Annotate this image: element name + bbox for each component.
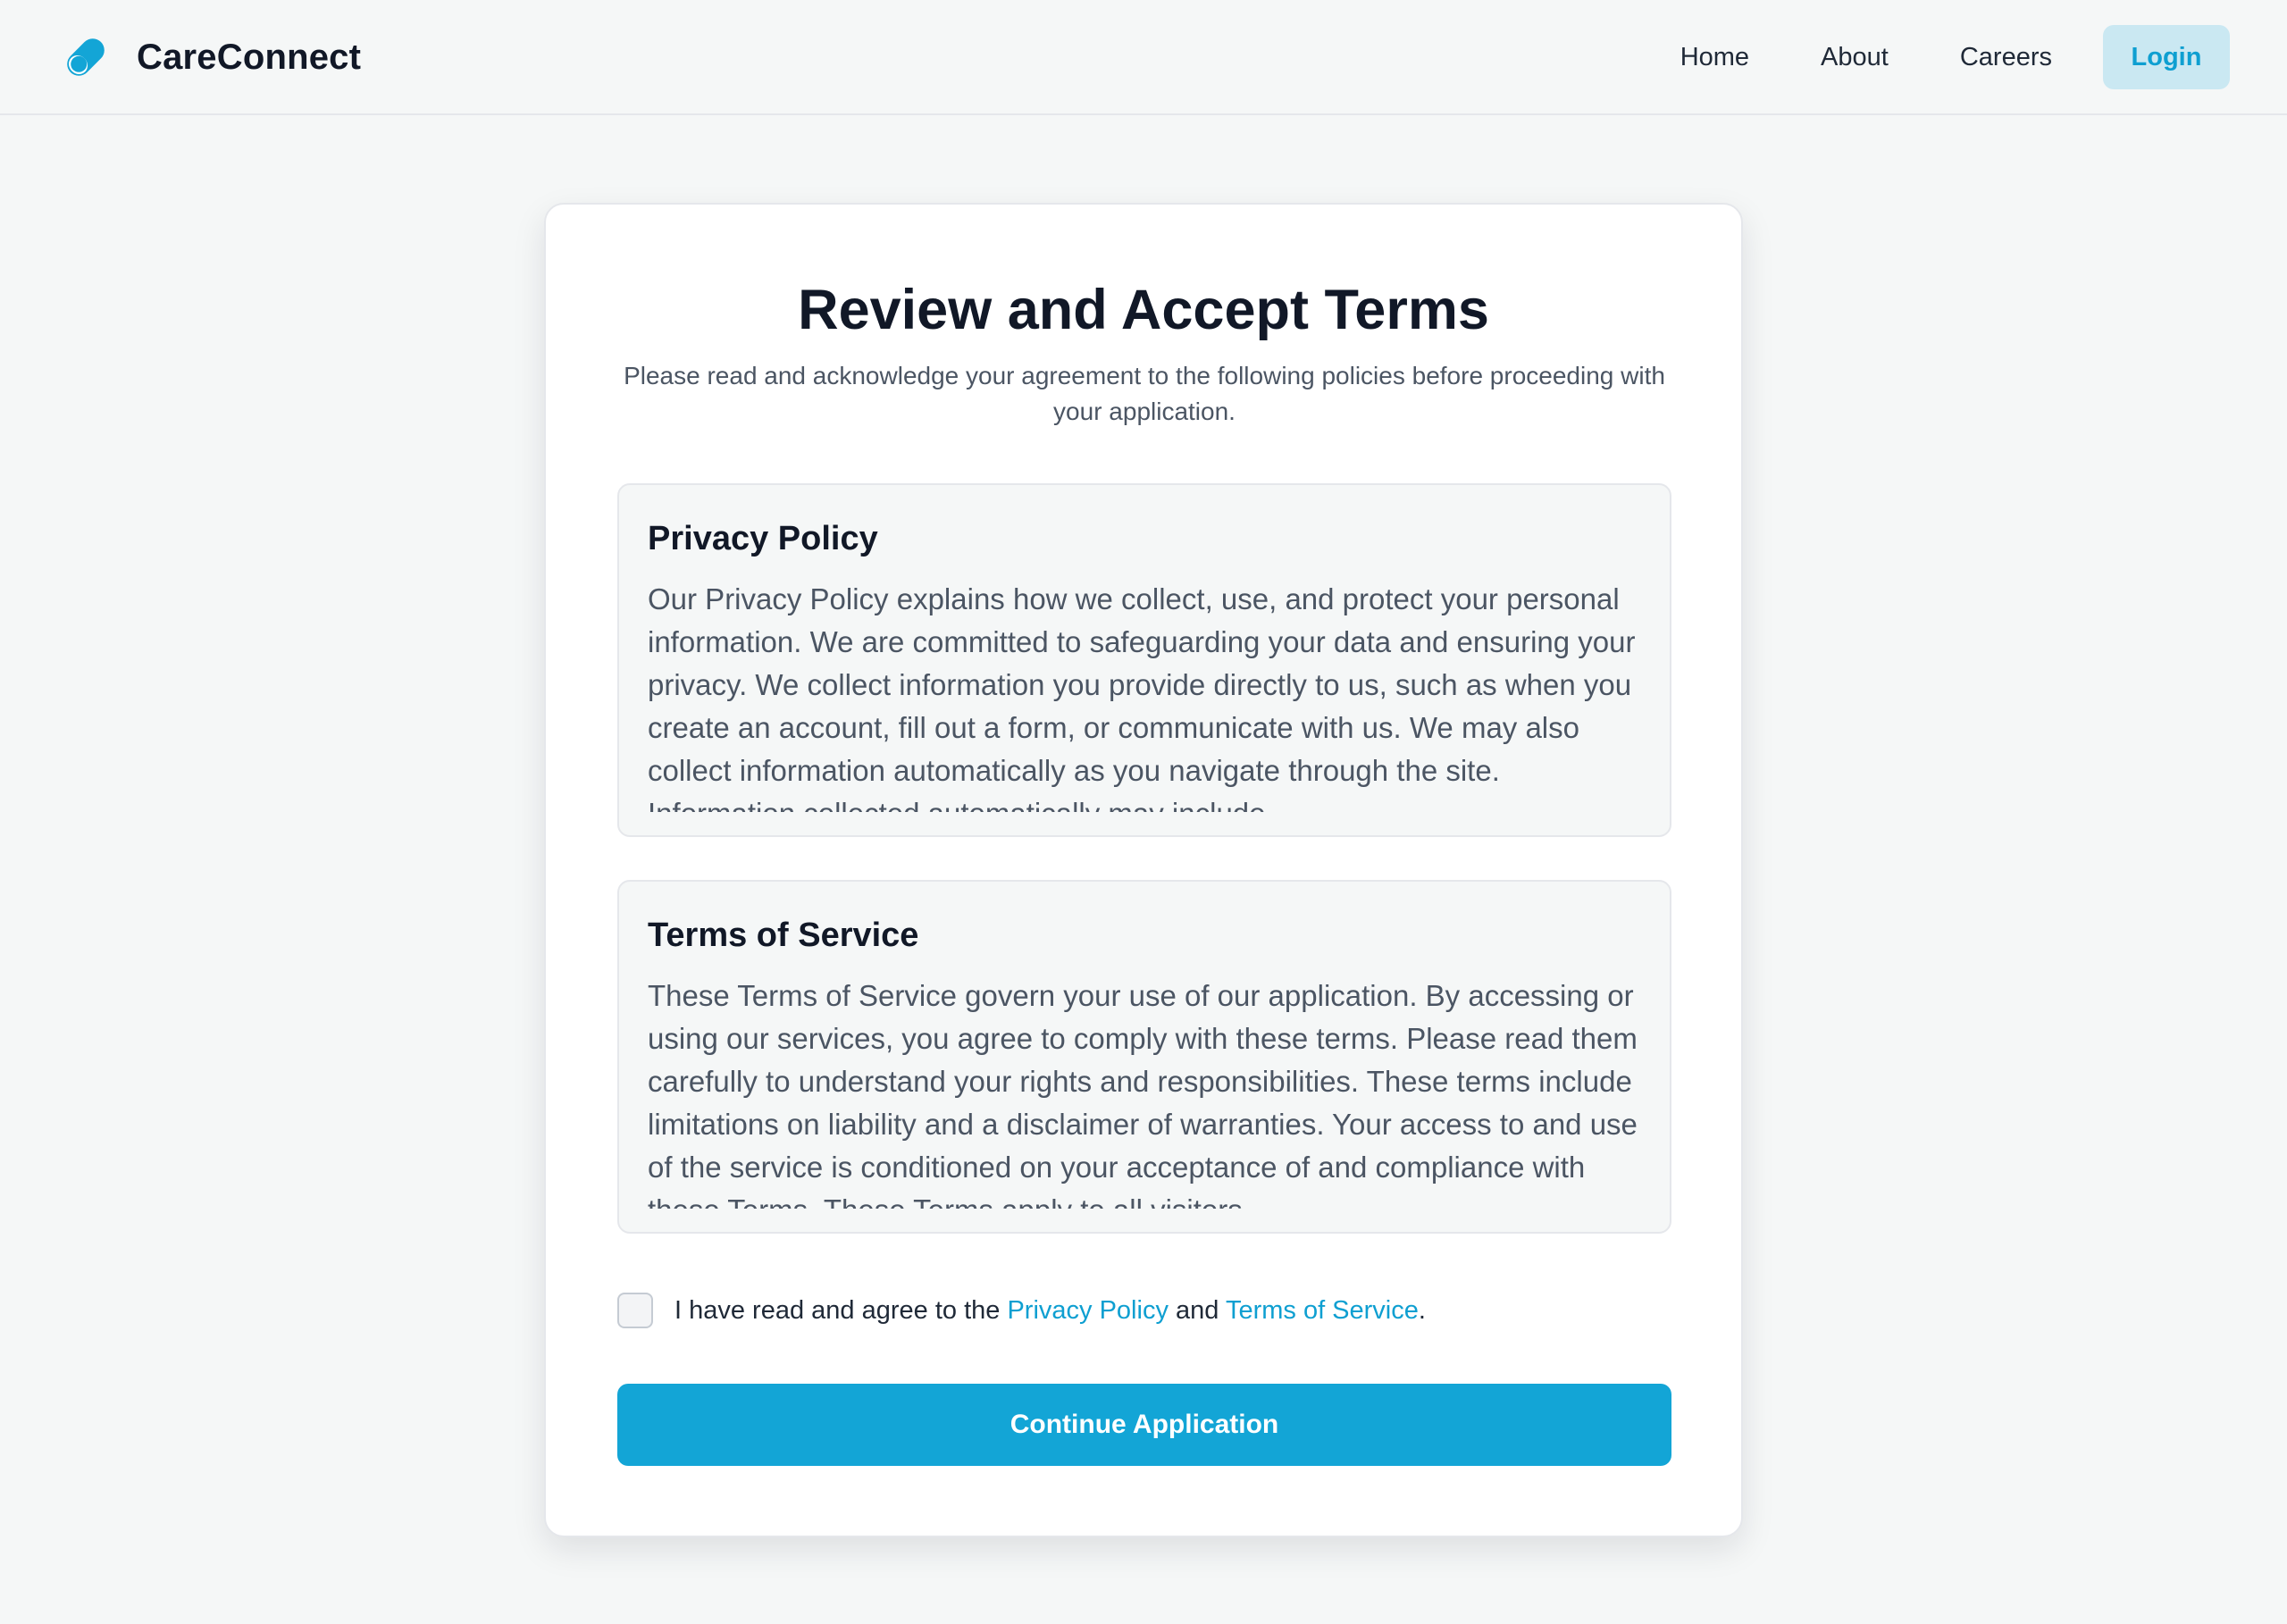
- terms-card: Review and Accept Terms Please read and …: [544, 203, 1743, 1537]
- nav-careers[interactable]: Careers: [1960, 43, 2052, 72]
- agreement-row: I have read and agree to the Privacy Pol…: [617, 1291, 1426, 1330]
- terms-of-service-scroll[interactable]: These Terms of Service govern your use o…: [648, 975, 1641, 1209]
- agreement-middle: and: [1168, 1295, 1226, 1325]
- site-header: CareConnect Home About Careers Login: [0, 0, 2287, 115]
- agree-checkbox[interactable]: [617, 1293, 653, 1328]
- terms-of-service-title: Terms of Service: [648, 917, 919, 954]
- continue-application-button[interactable]: Continue Application: [617, 1384, 1671, 1466]
- login-button[interactable]: Login: [2103, 25, 2230, 89]
- brand[interactable]: CareConnect: [59, 30, 361, 84]
- main-nav: Home About Careers Login: [1680, 25, 2230, 89]
- nav-about[interactable]: About: [1821, 43, 1889, 72]
- terms-of-service-text: These Terms of Service govern your use o…: [648, 979, 1638, 1209]
- pill-logo-icon: [67, 38, 105, 76]
- agreement-prefix: I have read and agree to the: [674, 1295, 1008, 1325]
- privacy-policy-box: Privacy Policy Our Privacy Policy explai…: [617, 483, 1671, 837]
- privacy-policy-title: Privacy Policy: [648, 520, 878, 557]
- privacy-policy-text: Our Privacy Policy explains how we colle…: [648, 582, 1636, 812]
- page-title: Review and Accept Terms: [798, 279, 1489, 341]
- brand-name: CareConnect: [137, 37, 362, 77]
- agreement-suffix: .: [1418, 1295, 1426, 1325]
- terms-of-service-box: Terms of Service These Terms of Service …: [617, 880, 1671, 1234]
- agreement-label: I have read and agree to the Privacy Pol…: [674, 1296, 1426, 1326]
- privacy-policy-scroll[interactable]: Our Privacy Policy explains how we colle…: [648, 578, 1641, 812]
- page-subtitle: Please read and acknowledge your agreeme…: [624, 362, 1665, 425]
- terms-of-service-link[interactable]: Terms of Service: [1226, 1296, 1419, 1325]
- privacy-policy-link[interactable]: Privacy Policy: [1007, 1296, 1169, 1325]
- nav-home[interactable]: Home: [1680, 43, 1749, 72]
